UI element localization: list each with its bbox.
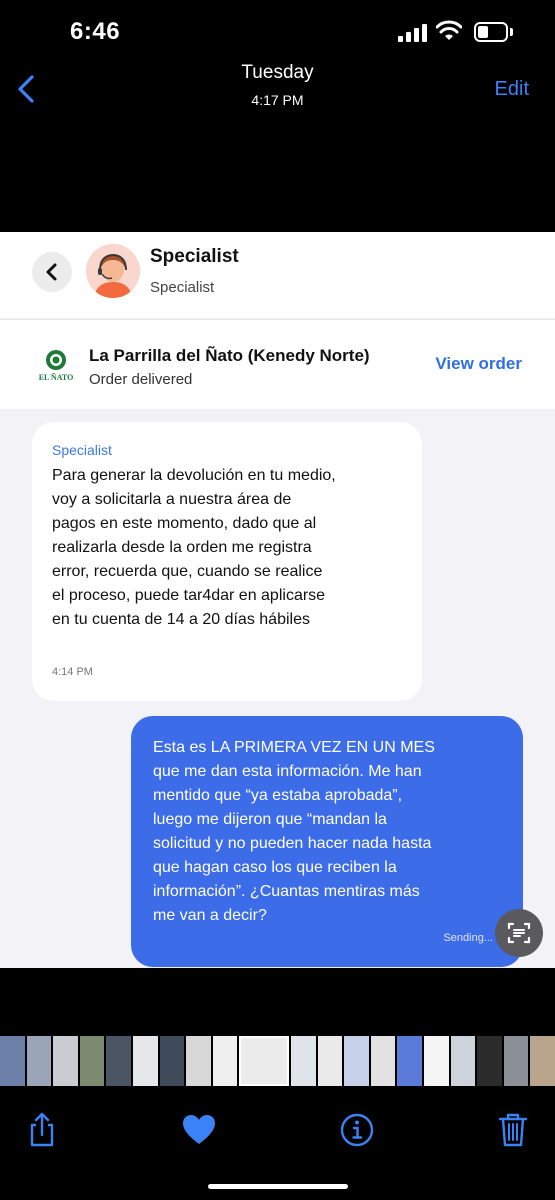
live-text-button[interactable] bbox=[495, 909, 543, 957]
chat-header: Specialist Specialist bbox=[0, 232, 555, 318]
thumbnail[interactable] bbox=[212, 1036, 238, 1086]
info-icon[interactable] bbox=[337, 1110, 377, 1150]
thumbnail-strip[interactable] bbox=[0, 1036, 555, 1086]
message-text: Esta es LA PRIMERA VEZ EN UN MES que me … bbox=[153, 739, 435, 924]
thumbnail[interactable] bbox=[530, 1036, 555, 1086]
chat-back-button[interactable] bbox=[32, 252, 72, 292]
photo-time: 4:17 PM bbox=[251, 92, 304, 108]
message-time: 4:14 PM bbox=[52, 666, 93, 678]
thumbnail[interactable] bbox=[503, 1036, 529, 1086]
message-text: Para generar la devolución en tu medio, … bbox=[52, 467, 336, 628]
thumbnail[interactable] bbox=[53, 1036, 78, 1086]
thumbnail[interactable] bbox=[477, 1036, 502, 1086]
share-icon[interactable] bbox=[22, 1110, 62, 1150]
order-bar: EL ÑATO La Parrilla del Ñato (Kenedy Nor… bbox=[0, 319, 555, 409]
agent-avatar bbox=[86, 244, 140, 298]
live-text-icon bbox=[507, 922, 531, 944]
thumbnail[interactable] bbox=[423, 1036, 449, 1086]
chevron-left-icon bbox=[46, 263, 57, 281]
status-time: 6:46 bbox=[70, 18, 121, 45]
agent-name: Specialist bbox=[150, 246, 239, 267]
battery-cap bbox=[510, 28, 513, 36]
restaurant-name: La Parrilla del Ñato (Kenedy Norte) bbox=[89, 346, 370, 365]
view-order-button[interactable]: View order bbox=[435, 354, 522, 374]
photo-date: Tuesday bbox=[241, 62, 314, 83]
message-sender: Specialist bbox=[52, 442, 112, 458]
thumbnail[interactable] bbox=[450, 1036, 476, 1086]
wifi-icon bbox=[436, 20, 462, 40]
thumbnail[interactable] bbox=[106, 1036, 132, 1086]
home-indicator bbox=[208, 1184, 348, 1189]
outgoing-message: Esta es LA PRIMERA VEZ EN UN MES que me … bbox=[131, 716, 523, 967]
edit-button[interactable]: Edit bbox=[495, 78, 529, 101]
thumbnail[interactable] bbox=[290, 1036, 316, 1086]
message-status: Sending... bbox=[443, 932, 493, 944]
thumbnail[interactable] bbox=[397, 1036, 422, 1086]
cellular-signal-icon bbox=[398, 24, 428, 42]
battery-icon bbox=[474, 22, 508, 42]
thumbnail[interactable] bbox=[159, 1036, 185, 1086]
thumbnail[interactable] bbox=[186, 1036, 211, 1086]
thumbnail[interactable] bbox=[344, 1036, 369, 1086]
order-status: Order delivered bbox=[89, 371, 193, 388]
thumbnail[interactable] bbox=[79, 1036, 105, 1086]
thumbnail[interactable] bbox=[370, 1036, 396, 1086]
agent-role: Specialist bbox=[150, 279, 215, 296]
thumbnail[interactable] bbox=[26, 1036, 52, 1086]
thumbnail[interactable] bbox=[0, 1036, 25, 1086]
photo-header: Tuesday 4:17 PM Edit bbox=[0, 60, 555, 120]
screenshot-image: Specialist Specialist EL ÑATO La Parrill… bbox=[0, 232, 555, 968]
incoming-message: Specialist Para generar la devolución en… bbox=[32, 422, 422, 701]
restaurant-logo: EL ÑATO bbox=[39, 350, 74, 382]
thumbnail[interactable] bbox=[317, 1036, 343, 1086]
thumbnail[interactable] bbox=[133, 1036, 158, 1086]
thumbnail-selected[interactable] bbox=[239, 1036, 289, 1086]
trash-icon[interactable] bbox=[493, 1110, 533, 1150]
heart-icon[interactable] bbox=[179, 1110, 219, 1150]
status-bar: 6:46 bbox=[0, 0, 555, 60]
restaurant-logo-text: EL ÑATO bbox=[39, 373, 74, 382]
